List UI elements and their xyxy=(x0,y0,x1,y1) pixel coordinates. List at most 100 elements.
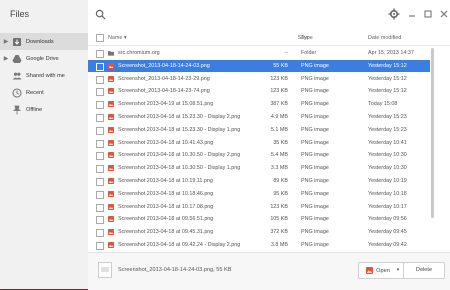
file-size: -- xyxy=(284,50,288,56)
row-checkbox[interactable] xyxy=(96,50,104,58)
file-type: PNG image xyxy=(301,139,329,146)
table-row[interactable]: src.chromium.org -- Folder Apr 15, 2013 14:… xyxy=(88,47,430,59)
preview-file-info: Screenshot_2013-04-18-14-24-03.png, 55 K… xyxy=(118,267,232,273)
row-checkbox[interactable] xyxy=(96,216,104,225)
row-checkbox[interactable] xyxy=(96,203,104,212)
column-header-type[interactable]: Type xyxy=(301,35,313,41)
sidebar-item-label: Google Drive xyxy=(26,55,59,62)
table-row[interactable]: Screenshot 2013-04-18 at 15.23.30 - Disp… xyxy=(88,111,430,123)
sidebar-item-downloads[interactable]: ▶ Downloads xyxy=(0,33,88,50)
file-name: Screenshot 2013-04-18 at 10.30.50 - Disp… xyxy=(118,152,241,159)
row-checkbox[interactable] xyxy=(96,229,104,238)
file-date: Yesterday 15:23 xyxy=(368,126,407,133)
row-checkbox[interactable] xyxy=(96,152,104,161)
expand-caret-icon[interactable]: ▶ xyxy=(2,38,10,45)
table-row[interactable]: Screenshot 2013-04-18 at 10.17.08.png 123… xyxy=(88,201,430,213)
table-row[interactable]: Screenshot 2013-04-18 at 10.30.50 - Disp… xyxy=(88,162,430,174)
clock-icon xyxy=(12,87,22,98)
file-name: Screenshot 2013-04-18 at 10.19.11.png xyxy=(118,178,213,184)
file-name: Screenshot_2013-04-18-14-23-74.png xyxy=(118,88,210,95)
row-checkbox[interactable] xyxy=(96,190,104,199)
file-type: PNG image xyxy=(301,126,329,133)
table-row[interactable]: Screenshot 2013-04-19 at 15.08.51.png 387… xyxy=(88,98,430,110)
table-row[interactable]: Screenshot 2013-04-18 at 09.45.31.png 372… xyxy=(88,226,430,238)
table-row[interactable]: Screenshot_2013-04-18-14-24-03.png 55 KB P… xyxy=(88,59,430,72)
people-icon xyxy=(12,72,22,79)
file-name: Screenshot 2013-04-19 at 15.08.51.png xyxy=(118,101,214,108)
table-row[interactable]: Screenshot 2013-04-18 at 15.23.30 - Disp… xyxy=(88,124,430,136)
table-row[interactable]: Screenshot 2013-04-18 at 10.18.46.png 95 … xyxy=(88,188,430,200)
file-type: PNG image xyxy=(301,178,329,184)
select-all-checkbox[interactable] xyxy=(96,34,104,42)
delete-button[interactable]: Delete xyxy=(403,262,445,279)
file-name: Screenshot 2013-04-18 at 15.23.30 - Disp… xyxy=(118,126,241,133)
close-icon[interactable] xyxy=(438,8,450,20)
row-checkbox[interactable] xyxy=(96,114,104,122)
column-header-name[interactable]: Name ▾ xyxy=(108,35,127,41)
file-type: PNG image xyxy=(301,114,329,120)
file-size: 3.3 MB xyxy=(270,165,288,172)
image-file-icon xyxy=(108,101,114,108)
file-type: PNG image xyxy=(301,165,329,172)
open-button[interactable]: Open xyxy=(358,262,398,279)
file-size: 4.9 MB xyxy=(270,114,288,120)
drive-icon xyxy=(12,54,22,63)
table-row[interactable]: Screenshot 2013-04-18 at 09.42.24 - Disp… xyxy=(88,239,430,251)
row-checkbox[interactable] xyxy=(96,75,104,84)
sidebar-item-shared-with-me[interactable]: Shared with me xyxy=(0,67,88,84)
downloads-icon xyxy=(13,37,21,46)
sidebar: ▶ Downloads ▶ Google Drive Shared with m… xyxy=(0,30,89,289)
toolbar xyxy=(88,0,450,31)
table-row[interactable]: Screenshot 2013-04-18 at 09.56.51.png 105… xyxy=(88,213,430,225)
column-header-row: Name ▾ Size Type Date modified xyxy=(88,30,450,46)
image-file-icon xyxy=(108,242,114,248)
sidebar-item-offline[interactable]: Offline xyxy=(0,101,88,118)
row-checkbox[interactable] xyxy=(96,126,104,135)
maximize-icon[interactable] xyxy=(422,8,434,20)
file-type: Folder xyxy=(301,50,317,56)
file-name: src.chromium.org xyxy=(118,50,160,56)
image-file-icon xyxy=(108,229,114,236)
scrollbar[interactable] xyxy=(431,48,434,218)
row-checkbox[interactable] xyxy=(96,178,104,186)
row-checkbox[interactable] xyxy=(96,62,104,71)
minimize-icon[interactable] xyxy=(406,8,418,20)
column-header-date[interactable]: Date modified xyxy=(368,35,401,41)
table-row[interactable]: Screenshot 2013-04-18 at 10.19.11.png 89 … xyxy=(88,175,430,187)
image-icon xyxy=(366,267,374,274)
file-name: Screenshot 2013-04-18 at 10.18.46.png xyxy=(118,190,214,197)
image-file-icon xyxy=(108,75,114,82)
file-name: Screenshot_2013-04-18-14-23-29.png xyxy=(118,75,210,82)
file-date: Yesterday 09:45 xyxy=(368,229,407,236)
file-date: Yesterday 15:23 xyxy=(368,114,407,120)
file-type: PNG image xyxy=(301,62,329,69)
expand-caret-icon[interactable]: ▶ xyxy=(2,55,10,62)
search-icon[interactable] xyxy=(95,9,106,20)
image-file-icon xyxy=(108,190,114,197)
file-date: Yesterday 09:56 xyxy=(368,216,407,223)
sidebar-item-google-drive[interactable]: ▶ Google Drive xyxy=(0,50,88,67)
file-size: 123 KB xyxy=(270,88,288,95)
open-button-label: Open xyxy=(376,267,390,274)
file-size: 5.1 MB xyxy=(270,126,288,133)
row-checkbox[interactable] xyxy=(96,139,104,148)
table-row[interactable]: Screenshot_2013-04-18-14-23-74.png 123 KB… xyxy=(88,85,430,97)
file-name: Screenshot 2013-04-18 at 09.45.31.png xyxy=(118,229,214,236)
image-file-icon xyxy=(108,139,114,146)
image-file-icon xyxy=(108,203,114,210)
table-row[interactable]: Screenshot_2013-04-18-14-23-29.png 123 KB… xyxy=(88,73,430,85)
file-type: PNG image xyxy=(301,216,329,223)
sidebar-item-recent[interactable]: Recent xyxy=(0,84,88,101)
file-size: 105 KB xyxy=(270,216,288,223)
table-row[interactable]: Screenshot 2013-04-18 at 10.30.50 - Disp… xyxy=(88,149,430,161)
row-checkbox[interactable] xyxy=(96,88,104,97)
row-checkbox[interactable] xyxy=(96,242,104,250)
row-checkbox[interactable] xyxy=(96,101,104,110)
row-checkbox[interactable] xyxy=(96,165,104,174)
app-title: Files xyxy=(10,9,30,19)
file-type: PNG image xyxy=(301,190,329,197)
table-row[interactable]: Screenshot 2013-04-18 at 10.41.43.png 35 … xyxy=(88,137,430,149)
file-type: PNG image xyxy=(301,75,329,82)
gear-icon[interactable] xyxy=(388,8,400,20)
file-type: PNG image xyxy=(301,101,329,108)
